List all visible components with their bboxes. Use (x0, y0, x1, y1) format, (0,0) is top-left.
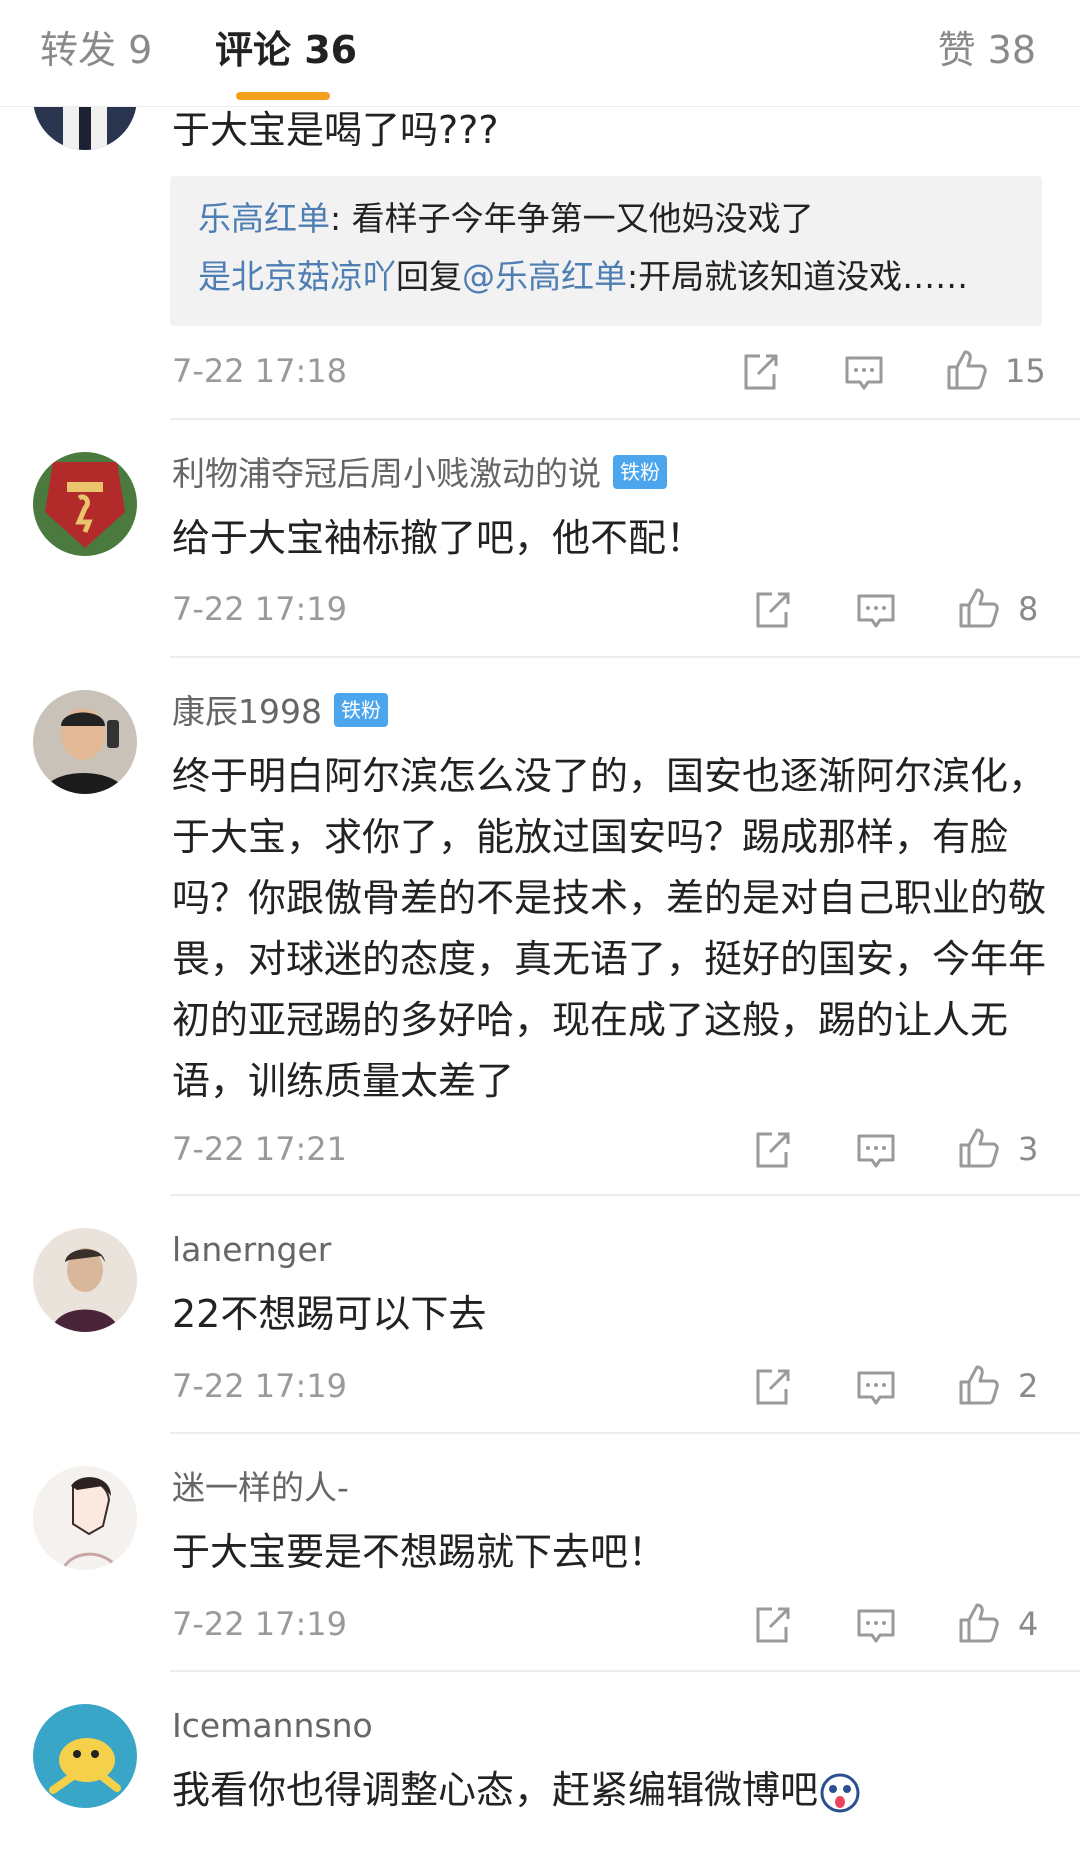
avatar[interactable] (33, 1466, 137, 1570)
comment-text: 我看你也得调整心态，赶紧编辑微博吧 (172, 1760, 1052, 1821)
avatar[interactable] (33, 452, 137, 556)
like-count: 2 (1018, 1367, 1039, 1405)
tab-comments[interactable]: 评论 36 (215, 26, 357, 74)
divider (170, 1432, 1080, 1434)
comment-username[interactable]: 迷一样的人- (172, 1466, 349, 1510)
reply-line: 乐高红单: 看样子今年争第一又他妈没戏了 (198, 196, 814, 242)
comment-text: 终于明白阿尔滨怎么没了的，国安也逐渐阿尔滨化，于大宝，求你了，能放过国安吗？踢成… (172, 754, 1047, 1103)
like-count: 15 (1005, 352, 1046, 390)
comment-time: 7-22 17:19 (172, 1367, 348, 1405)
comment-username[interactable]: 康辰1998 铁粉 (172, 690, 388, 734)
tab-reposts[interactable]: 转发 9 (40, 26, 152, 74)
like-count: 3 (1018, 1130, 1039, 1168)
divider (170, 418, 1080, 420)
comment-time: 7-22 17:19 (172, 590, 348, 628)
username-label: Icemannsno (172, 1706, 373, 1745)
repost-button[interactable] (738, 350, 782, 394)
tab-likes[interactable]: 赞 38 (938, 26, 1036, 74)
comment-icon (857, 1609, 895, 1643)
reply-button[interactable] (854, 1365, 898, 1409)
comment-time: 7-22 17:21 (172, 1130, 348, 1168)
thumbs-up-icon (959, 1603, 999, 1643)
username-label: 康辰1998 (172, 692, 322, 731)
reply-button[interactable] (854, 1603, 898, 1647)
comment-icon (845, 356, 883, 390)
avatar[interactable] (33, 690, 137, 794)
reply-preview-box[interactable]: 乐高红单: 看样子今年争第一又他妈没戏了 是北京菇凉吖回复@乐高红单:开局就该知… (170, 176, 1042, 326)
comment-text: 22不想踢可以下去 (172, 1292, 487, 1336)
like-button[interactable] (956, 586, 1000, 630)
username-label: 迷一样的人- (172, 1468, 349, 1507)
comment-time: 7-22 17:18 (172, 352, 348, 390)
like-button[interactable] (956, 1363, 1000, 1407)
like-button[interactable] (956, 1601, 1000, 1645)
divider (170, 1670, 1080, 1672)
fan-badge: 铁粉 (613, 454, 667, 489)
repost-icon (756, 1132, 790, 1168)
reply-button[interactable] (854, 588, 898, 632)
repost-button[interactable] (750, 588, 794, 632)
avatar[interactable] (33, 1228, 137, 1332)
repost-button[interactable] (750, 1365, 794, 1409)
comment-text: 给于大宝袖标撤了吧，他不配！ (172, 516, 705, 560)
comment-time: 7-22 17:19 (172, 1605, 348, 1643)
reply-mention[interactable]: @乐高红单 (462, 257, 627, 296)
divider (170, 656, 1080, 658)
thumbs-up-icon (959, 1365, 999, 1405)
reply-username[interactable]: 乐高红单 (198, 199, 330, 238)
reply-button[interactable] (842, 350, 886, 394)
repost-icon (756, 592, 790, 628)
repost-icon (756, 1369, 790, 1405)
avatar[interactable] (33, 1704, 137, 1808)
comment-icon (857, 1371, 895, 1405)
comment-username[interactable]: lanernger (172, 1228, 331, 1272)
username-label: 利物浦夺冠后周小贱激动的说 (172, 454, 601, 493)
reply-button[interactable] (854, 1128, 898, 1172)
reply-line: 是北京菇凉吖回复@乐高红单:开局就该知道没戏…… (198, 254, 968, 300)
reply-text: : 看样子今年争第一又他妈没戏了 (330, 199, 814, 238)
like-button[interactable] (956, 1126, 1000, 1170)
comment-tabs: 转发 9 评论 36 赞 38 (0, 0, 1080, 107)
active-tab-indicator (236, 92, 330, 100)
like-count: 4 (1018, 1605, 1039, 1643)
divider (170, 1194, 1080, 1196)
comment-text: 于大宝要是不想踢就下去吧！ (172, 1530, 667, 1574)
fan-badge: 铁粉 (333, 692, 388, 727)
thumbs-up-icon (959, 1128, 999, 1168)
comment-username[interactable]: 利物浦夺冠后周小贱激动的说 铁粉 (172, 452, 667, 496)
like-count: 8 (1018, 590, 1039, 628)
thumbs-up-icon (947, 350, 987, 390)
repost-icon (744, 354, 778, 390)
comment-text-body: 我看你也得调整心态，赶紧编辑微博吧 (172, 1768, 819, 1812)
reply-text: :开局就该知道没戏…… (627, 257, 969, 296)
surprised-emoji-icon (820, 1773, 860, 1812)
repost-icon (756, 1607, 790, 1643)
comment-text: 于大宝是喝了吗??? (172, 108, 499, 152)
thumbs-up-icon (959, 588, 999, 628)
reply-username[interactable]: 是北京菇凉吖 (198, 257, 396, 296)
comment-icon (857, 1134, 895, 1168)
repost-button[interactable] (750, 1603, 794, 1647)
reply-connector: 回复 (396, 257, 462, 296)
repost-button[interactable] (750, 1128, 794, 1172)
username-label: lanernger (172, 1230, 332, 1269)
like-button[interactable] (944, 348, 988, 392)
comment-icon (857, 594, 895, 628)
comment-username[interactable]: Icemannsno (172, 1704, 373, 1748)
